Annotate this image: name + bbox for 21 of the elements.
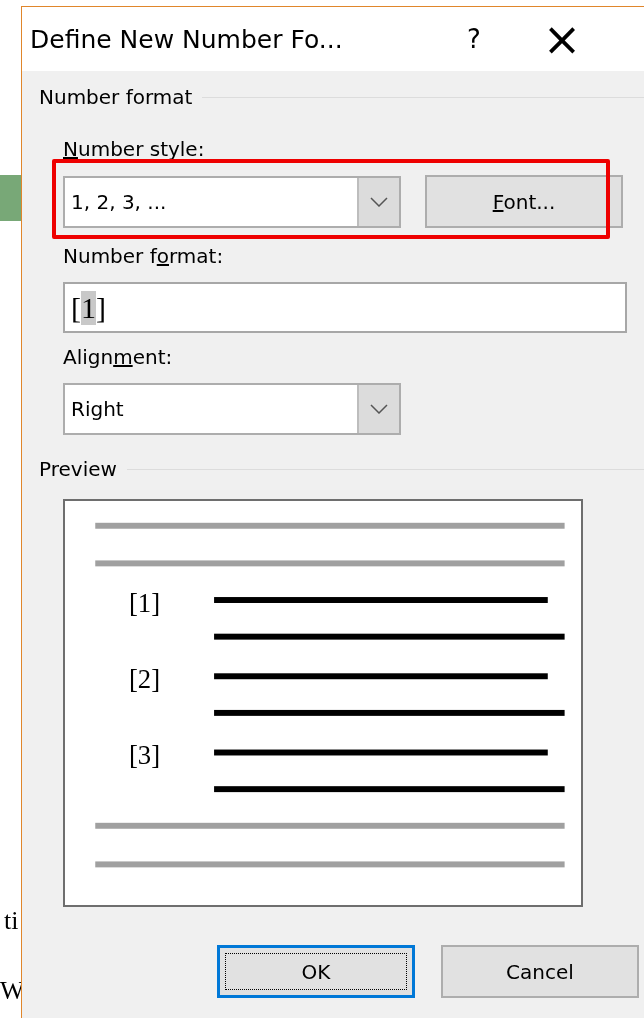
field-label: Alignment: bbox=[63, 345, 173, 369]
help-button[interactable]: ? bbox=[467, 24, 481, 54]
group-title: Preview bbox=[39, 457, 117, 481]
list-number: [1] bbox=[128, 587, 161, 618]
close-button[interactable]: × bbox=[542, 16, 582, 62]
input-field[interactable]: [1] bbox=[63, 282, 627, 333]
dialog-button[interactable]: OK bbox=[217, 945, 415, 998]
chevron-down-icon bbox=[370, 404, 388, 414]
dropdown[interactable]: Right bbox=[63, 383, 401, 435]
window-title: Define New Number Fo... bbox=[30, 24, 344, 54]
font-button[interactable]: Font... bbox=[425, 175, 623, 228]
document-text: ti bbox=[4, 906, 19, 936]
field-label: Number style: bbox=[63, 137, 205, 161]
list-number: [3] bbox=[128, 740, 161, 771]
dialog-button[interactable]: Cancel bbox=[441, 945, 639, 998]
chevron-down-icon bbox=[370, 196, 388, 207]
field-label: Number format: bbox=[63, 244, 224, 268]
group-title: Number format bbox=[39, 85, 193, 109]
list-number: [2] bbox=[128, 664, 161, 695]
document-bar bbox=[0, 175, 22, 221]
dropdown[interactable]: 1, 2, 3, ... bbox=[63, 175, 401, 228]
